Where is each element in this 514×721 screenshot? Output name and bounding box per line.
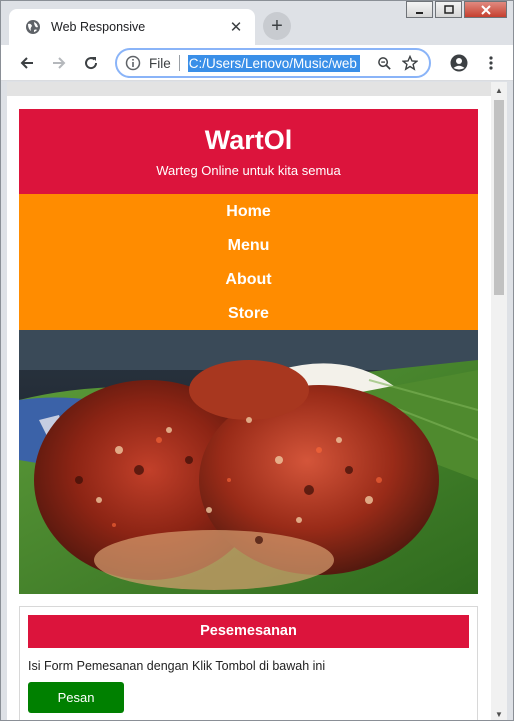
separator	[178, 55, 180, 71]
bookmark-star-icon[interactable]	[397, 50, 423, 76]
site-title: WartOl	[204, 125, 293, 155]
back-arrow-icon	[20, 56, 33, 69]
order-card: Pesemesanan Isi Form Pemesanan dengan Kl…	[19, 606, 478, 720]
zoom-icon[interactable]	[371, 50, 397, 76]
reload-icon	[85, 56, 98, 69]
scrollbar-thumb[interactable]	[494, 100, 504, 295]
scroll-down-icon[interactable]: ▼	[491, 706, 507, 720]
site-info-icon[interactable]	[125, 55, 141, 71]
order-instructions: Isi Form Pemesanan dengan Klik Tombol di…	[28, 659, 326, 673]
order-heading: Pesemesanan	[28, 615, 469, 648]
back-button[interactable]	[11, 47, 43, 79]
new-tab-button[interactable]: +	[263, 12, 291, 40]
browser-toolbar: File C:/Users/Lenovo/Music/web	[1, 45, 513, 81]
address-bar[interactable]: File C:/Users/Lenovo/Music/web	[115, 48, 431, 78]
forward-button[interactable]	[43, 47, 75, 79]
browser-window: Web Responsive ✕ + File C:/Users/Lenovo/…	[0, 0, 514, 721]
scheme-label: File	[149, 55, 171, 71]
menu-button[interactable]	[475, 47, 507, 79]
order-button[interactable]: Pesan	[28, 682, 124, 713]
site-nav: Home Menu About Store	[19, 194, 478, 330]
page-viewport[interactable]: WartOl Warteg Online untuk kita semua Ho…	[7, 82, 507, 720]
page-top-margin	[7, 82, 491, 96]
nav-home[interactable]: Home	[19, 195, 478, 229]
kebab-menu-icon	[489, 56, 493, 70]
site-header: WartOl Warteg Online untuk kita semua	[19, 109, 478, 194]
reload-button[interactable]	[75, 47, 107, 79]
hero-food-image	[19, 330, 478, 594]
nav-menu[interactable]: Menu	[19, 229, 478, 263]
website-page: WartOl Warteg Online untuk kita semua Ho…	[19, 109, 478, 594]
globe-icon	[25, 19, 41, 35]
vertical-scrollbar[interactable]: ▲ ▼	[491, 82, 507, 720]
tab-title: Web Responsive	[51, 20, 146, 34]
omnibox-actions	[371, 50, 423, 76]
tab-web-responsive[interactable]: Web Responsive ✕	[9, 9, 255, 45]
maximize-button[interactable]	[435, 1, 462, 18]
window-controls	[404, 1, 507, 18]
profile-button[interactable]	[443, 47, 475, 79]
tab-close-icon[interactable]: ✕	[227, 18, 245, 36]
forward-arrow-icon	[53, 56, 66, 69]
toolbar-right	[443, 47, 513, 79]
minimize-button[interactable]	[406, 1, 433, 18]
close-window-button[interactable]	[464, 1, 507, 18]
scroll-up-icon[interactable]: ▲	[491, 82, 507, 98]
nav-store[interactable]: Store	[19, 297, 478, 331]
tab-strip: Web Responsive ✕ +	[1, 1, 513, 45]
account-icon	[450, 54, 468, 72]
url-text[interactable]: C:/Users/Lenovo/Music/web	[187, 54, 360, 72]
nav-about[interactable]: About	[19, 263, 478, 297]
site-tagline: Warteg Online untuk kita semua	[156, 163, 341, 178]
